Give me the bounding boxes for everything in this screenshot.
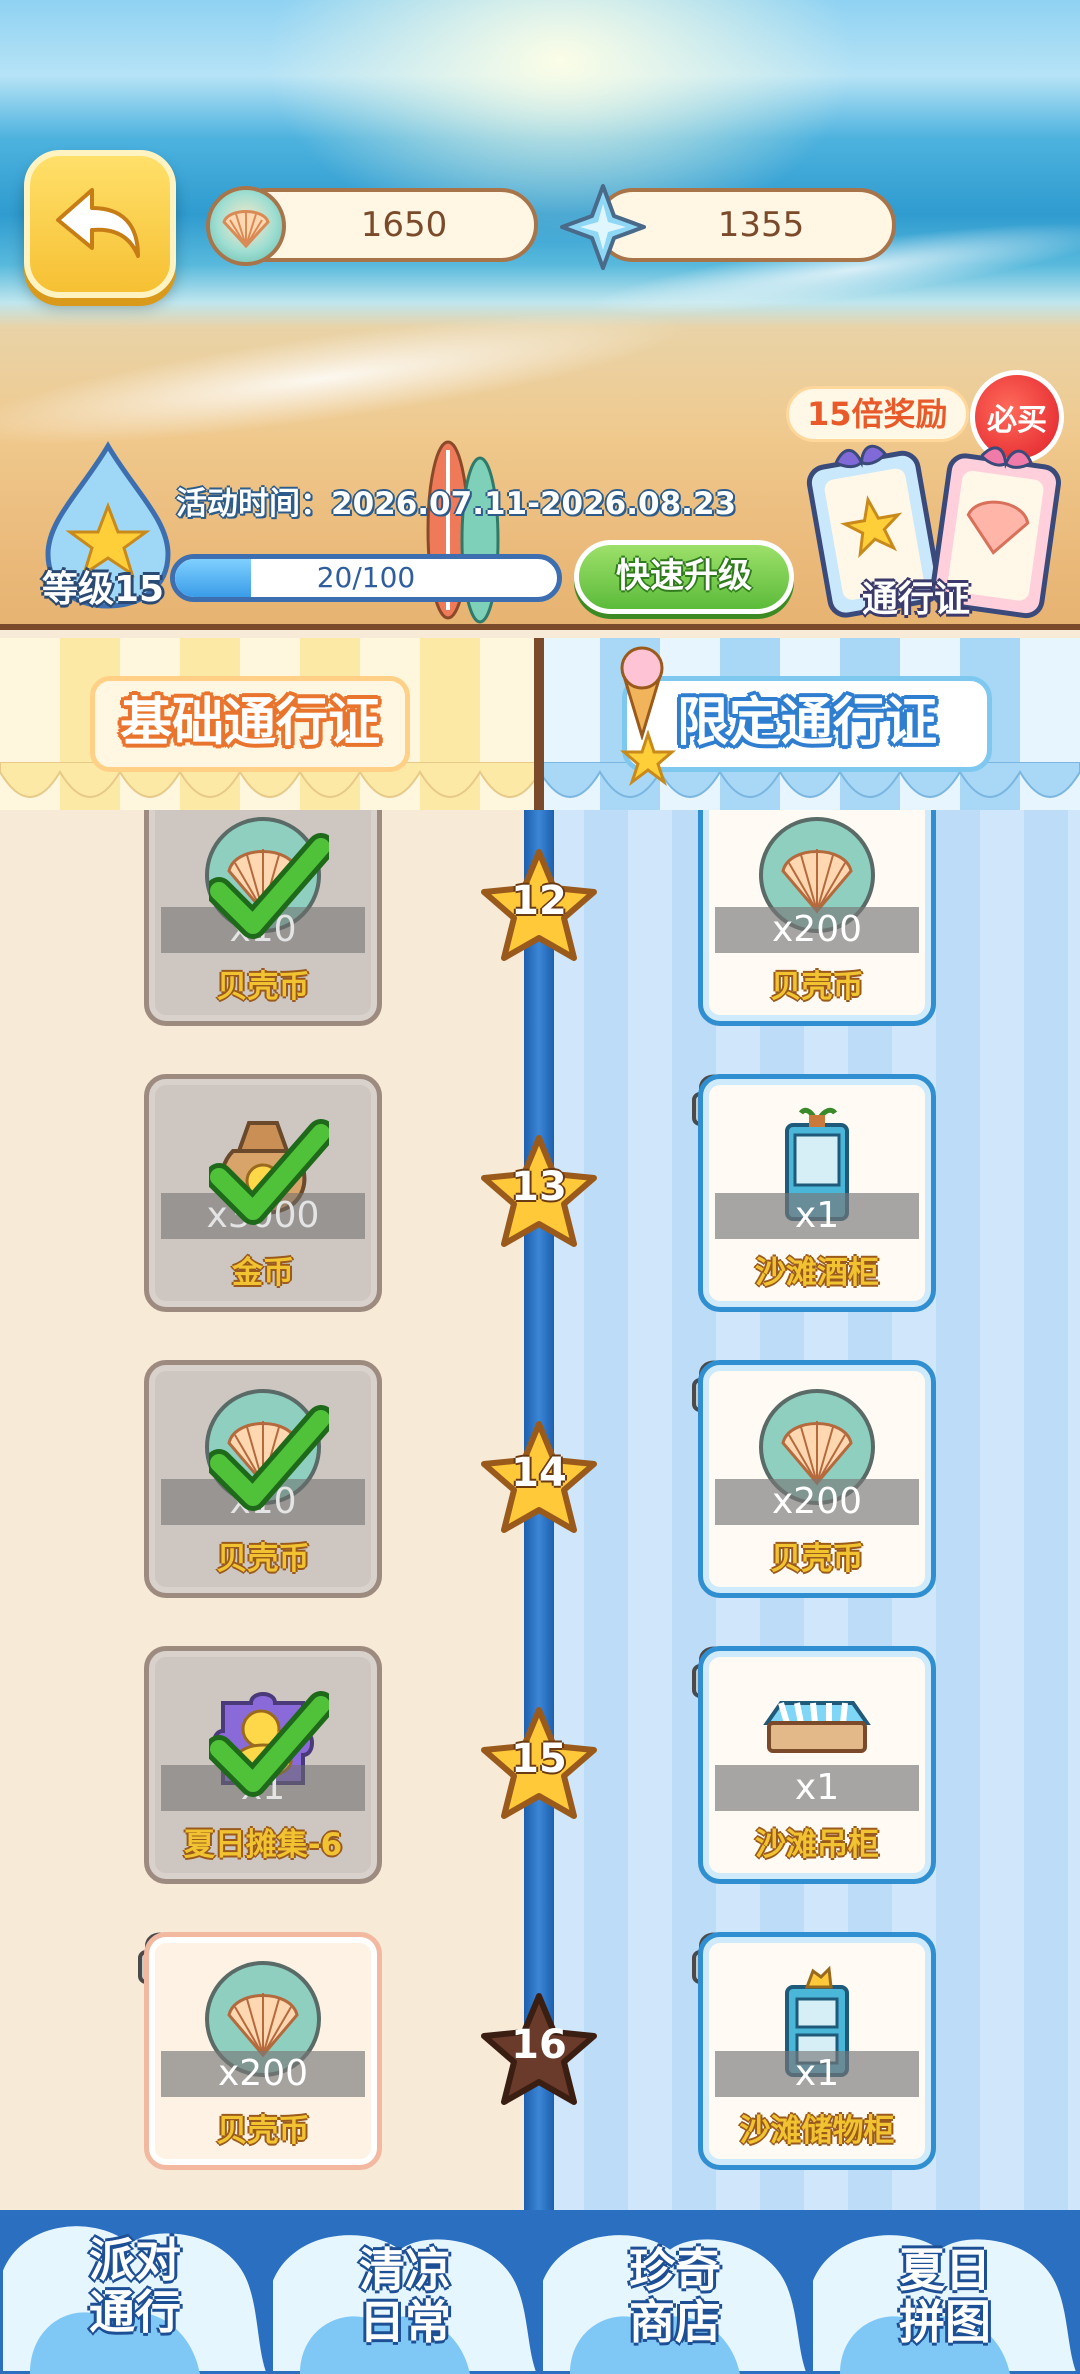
reward-name: 金币 [232,1255,294,1291]
basic-reward-card[interactable]: x200 贝壳币 [144,1932,382,2170]
reward-quantity: x1 [715,1193,919,1239]
tab-label: 珍奇 商店 [570,2244,780,2348]
basic-reward-card[interactable]: x1 夏日摊集-6 [144,1646,382,1884]
level-number: 13 [511,1164,567,1210]
basic-reward-card[interactable]: x10 贝壳币 [144,810,382,1026]
claimed-check-icon [209,1405,329,1511]
basic-reward-card[interactable]: x3000 金币 [144,1074,382,1312]
pass-label[interactable]: 通行证 [862,570,970,622]
claimed-check-icon [209,1119,329,1225]
reward-row: x10 贝壳币 14 x200 贝壳币 [0,1360,1080,1600]
tab-label-line2: 商店 [629,2295,721,2349]
level-number: 16 [511,2022,567,2068]
back-arrow-icon [56,188,140,258]
back-button[interactable] [24,150,176,298]
shell-coin-icon [206,186,286,266]
reward-name: 贝壳币 [770,1541,864,1577]
column-divider [534,638,544,810]
tab-label-line1: 珍奇 [629,2243,721,2297]
claimed-check-icon [209,833,329,939]
reward-name: 贝壳币 [770,969,864,1005]
reward-list[interactable]: x10 贝壳币 12 x200 贝壳币 x3000 金币 13 x1 沙滩酒柜 … [0,810,1080,2214]
reward-name: 沙滩吊柜 [755,1827,879,1863]
limited-pass-title: 限定通行证 [622,676,992,772]
level-label: 等级15 [42,569,165,610]
premium-reward-card[interactable]: x200 贝壳币 [698,810,936,1026]
tab-summer-puzzle[interactable]: 夏日 拼图 [810,2210,1080,2374]
basic-pass-title: 基础通行证 [90,676,410,772]
premium-reward-card[interactable]: x1 沙滩吊柜 [698,1646,936,1884]
reward-row: x10 贝壳币 12 x200 贝壳币 [0,810,1080,1028]
tab-label: 派对 通行 [30,2234,240,2338]
tab-cool-daily[interactable]: 清凉 日常 [270,2210,540,2374]
level-number: 12 [511,878,567,924]
reward-name: 贝壳币 [216,1541,310,1577]
reward-name: 夏日摊集-6 [183,1827,343,1863]
reward-row: x200 贝壳币 16 x1 沙滩储物柜 [0,1932,1080,2172]
starfish-icon [620,730,676,786]
reward-quantity: x200 [715,907,919,953]
tab-label: 清凉 日常 [300,2244,510,2348]
reward-quantity: x1 [715,1765,919,1811]
shell-coin-value: 1650 [360,205,448,245]
tab-label-line2: 通行 [89,2285,181,2339]
event-time: 活动时间：2026.07.11-2026.08.23 [176,486,737,522]
diamond-icon [560,184,646,270]
tab-label-line2: 日常 [359,2295,451,2349]
tab-label-line1: 夏日 [899,2243,991,2297]
level-number: 14 [511,1450,567,1496]
xp-progress-bar: 20/100 [170,554,562,602]
level-number: 15 [511,1736,567,1782]
basic-reward-card[interactable]: x10 贝壳币 [144,1360,382,1598]
reward-quantity: x1 [715,2051,919,2097]
header-divider [0,624,1080,630]
reward-quantity: x200 [161,2051,365,2097]
premium-reward-card[interactable]: x200 贝壳币 [698,1360,936,1598]
reward-name: 贝壳币 [216,2113,310,2149]
reward-quantity: x200 [715,1479,919,1525]
reward-row: x1 夏日摊集-6 15 x1 沙滩吊柜 [0,1646,1080,1886]
premium-reward-card[interactable]: x1 沙滩酒柜 [698,1074,936,1312]
claimed-check-icon [209,1691,329,1797]
premium-reward-card[interactable]: x1 沙滩储物柜 [698,1932,936,2170]
tab-rare-shop[interactable]: 珍奇 商店 [540,2210,810,2374]
reward-name: 贝壳币 [216,969,310,1005]
reward-name: 沙滩储物柜 [739,2113,895,2149]
tab-label-line1: 派对 [89,2233,181,2287]
gem-value: 1355 [717,205,805,245]
tab-label-line1: 清凉 [359,2243,451,2297]
bottom-tab-bar: 派对 通行 清凉 日常 珍奇 商店 夏日 拼图 [0,2210,1080,2374]
beach-header: 1650 1355 15倍奖励 必买 通行证 活动时间：2026.07.11-2… [0,0,1080,630]
tab-label: 夏日 拼图 [840,2244,1050,2348]
ice-cream-icon [620,646,664,740]
reward-row: x3000 金币 13 x1 沙滩酒柜 [0,1074,1080,1314]
reward-name: 沙滩酒柜 [755,1255,879,1291]
tab-label-line2: 拼图 [899,2295,991,2349]
quick-upgrade-button[interactable]: 快速升级 [574,540,794,614]
xp-text: 20/100 [316,561,416,594]
tab-party-pass[interactable]: 派对 通行 [0,2210,270,2374]
reward-multiplier-tag: 15倍奖励 [786,386,969,442]
